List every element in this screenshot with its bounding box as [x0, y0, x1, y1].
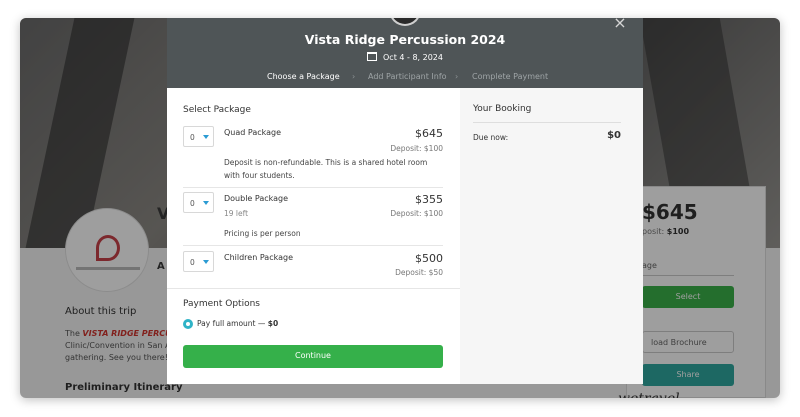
quantity-select[interactable]: 0 — [183, 192, 214, 213]
trip-dates: Oct 4 - 8, 2024 — [167, 52, 643, 62]
trip-avatar — [389, 18, 421, 26]
package-description: Deposit is non-refundable. This is a sha… — [224, 158, 428, 180]
package-availability: 19 left — [224, 209, 249, 218]
package-divider — [183, 245, 443, 246]
modal-title: Vista Ridge Percussion 2024 — [304, 32, 506, 47]
checkout-steps: Choose a Package › Add Participant Info … — [167, 72, 643, 86]
package-double: 0 Double Package $355 19 left Deposit: $… — [183, 192, 443, 242]
close-icon[interactable]: × — [613, 18, 627, 31]
package-deposit: Deposit: $100 — [390, 209, 443, 218]
package-deposit: Deposit: $50 — [395, 268, 443, 277]
booking-summary-pane: Your Booking Due now: $0 — [460, 88, 643, 384]
package-name: Double Package — [224, 194, 289, 203]
quantity-select[interactable]: 0 — [183, 251, 214, 272]
package-price: $500 — [415, 252, 443, 265]
step-complete-payment[interactable]: Complete Payment — [472, 72, 548, 81]
chevron-right-icon: › — [455, 72, 459, 81]
select-package-title: Select Package — [183, 105, 251, 115]
caret-down-icon — [203, 260, 209, 264]
package-name: Quad Package — [224, 128, 282, 137]
booking-modal: × Vista Ridge Percussion 2024 Oct 4 - 8,… — [167, 18, 643, 384]
step-add-participant-info[interactable]: Add Participant Info — [368, 72, 447, 81]
package-price: $355 — [415, 193, 443, 206]
modal-header: × Vista Ridge Percussion 2024 Oct 4 - 8,… — [167, 18, 643, 88]
package-selection-pane: Select Package 0 Quad Package $645 Depos… — [167, 88, 460, 384]
due-now-label: Due now: — [473, 133, 509, 142]
caret-down-icon — [203, 135, 209, 139]
package-name: Children Package — [224, 253, 293, 262]
pay-full-label[interactable]: Pay full amount — $0 — [197, 319, 278, 328]
package-price: $645 — [415, 127, 443, 140]
package-description: Pricing is per person — [224, 229, 301, 238]
package-deposit: Deposit: $100 — [390, 144, 443, 153]
due-now-value: $0 — [607, 130, 621, 141]
payment-options-title: Payment Options — [183, 299, 260, 309]
quantity-select[interactable]: 0 — [183, 126, 214, 147]
package-children: 0 Children Package $500 Deposit: $50 — [183, 251, 443, 281]
booking-divider — [473, 122, 621, 123]
section-divider — [167, 288, 460, 289]
package-divider — [183, 187, 443, 188]
package-quad: 0 Quad Package $645 Deposit: $100 Deposi… — [183, 126, 443, 182]
calendar-icon — [367, 52, 377, 61]
continue-button[interactable]: Continue — [183, 345, 443, 368]
your-booking-title: Your Booking — [473, 104, 532, 114]
step-choose-package[interactable]: Choose a Package — [267, 72, 340, 81]
chevron-right-icon: › — [352, 72, 356, 81]
pay-full-radio[interactable] — [183, 319, 193, 329]
caret-down-icon — [203, 201, 209, 205]
